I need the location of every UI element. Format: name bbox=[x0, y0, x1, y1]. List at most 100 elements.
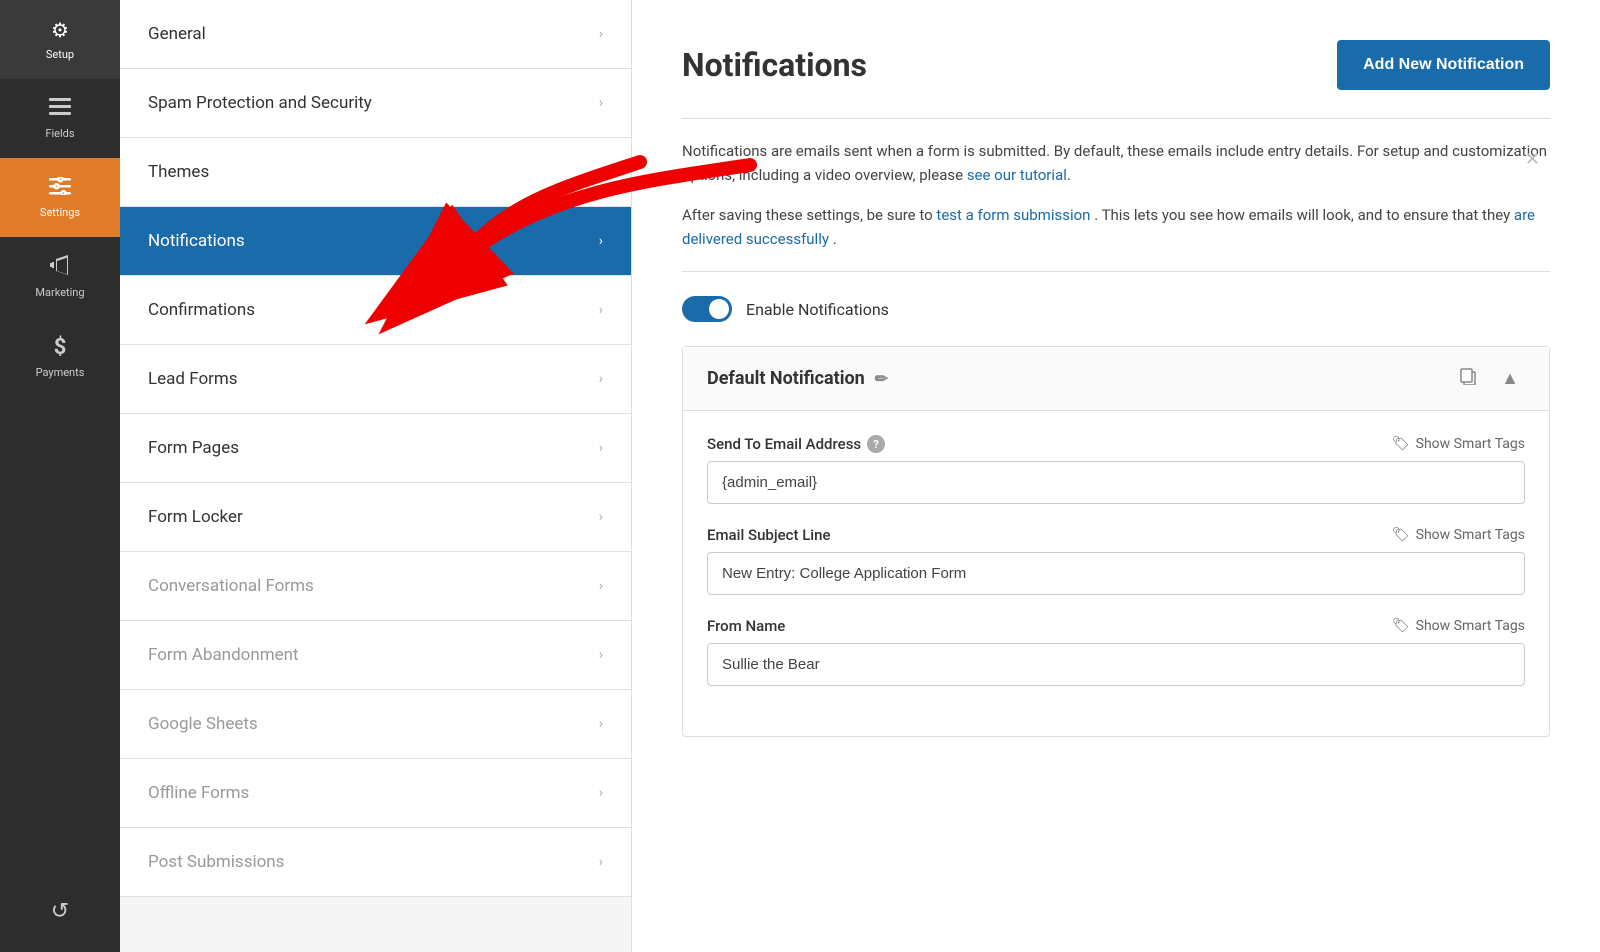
tag-icon-subject: 🏷 bbox=[1392, 527, 1410, 543]
nav-item-payments[interactable]: $ Payments bbox=[0, 317, 120, 397]
show-smart-tags-subject[interactable]: 🏷 Show Smart Tags bbox=[1392, 527, 1525, 543]
info-box: ✕ Notifications are emails sent when a f… bbox=[682, 139, 1550, 251]
email-subject-input[interactable] bbox=[707, 552, 1525, 595]
fields-icon bbox=[49, 97, 71, 121]
add-new-notification-button[interactable]: Add New Notification bbox=[1337, 40, 1550, 90]
chevron-icon-notifications: › bbox=[599, 233, 603, 249]
send-to-email-row: Send To Email Address ? 🏷 Show Smart Tag… bbox=[707, 435, 1525, 504]
copy-notification-button[interactable] bbox=[1453, 365, 1483, 392]
chevron-icon-post-submissions: › bbox=[599, 854, 603, 870]
see-tutorial-link[interactable]: see our tutorial bbox=[967, 166, 1067, 184]
default-notification-card: Default Notification ✏ ▲ Send To Email A… bbox=[682, 346, 1550, 737]
settings-item-form-locker[interactable]: Form Locker › bbox=[120, 483, 631, 552]
chevron-icon-google-sheets: › bbox=[599, 716, 603, 732]
show-smart-tags-email[interactable]: 🏷 Show Smart Tags bbox=[1392, 436, 1525, 452]
notification-card-title: Default Notification ✏ bbox=[707, 368, 888, 389]
chevron-icon-form-pages: › bbox=[599, 440, 603, 456]
expand-notification-button[interactable]: ▲ bbox=[1495, 366, 1525, 391]
info-text-2: After saving these settings, be sure to … bbox=[682, 203, 1550, 251]
settings-item-general[interactable]: General › bbox=[120, 0, 631, 69]
nav-label-marketing: Marketing bbox=[35, 286, 84, 299]
enable-notifications-label: Enable Notifications bbox=[746, 300, 889, 319]
settings-item-label-conv-forms: Conversational Forms bbox=[148, 576, 314, 596]
email-subject-row: Email Subject Line 🏷 Show Smart Tags bbox=[707, 526, 1525, 595]
tag-icon-email: 🏷 bbox=[1392, 436, 1410, 452]
tag-icon-from-name: 🏷 bbox=[1392, 618, 1410, 634]
page-header: Notifications Add New Notification bbox=[682, 40, 1550, 90]
edit-notification-icon[interactable]: ✏ bbox=[875, 369, 888, 388]
chevron-icon-form-locker: › bbox=[599, 509, 603, 525]
notification-card-body: Send To Email Address ? 🏷 Show Smart Tag… bbox=[683, 411, 1549, 736]
settings-item-label-form-abandonment: Form Abandonment bbox=[148, 645, 299, 665]
enable-notifications-toggle[interactable] bbox=[682, 296, 732, 322]
settings-item-google-sheets[interactable]: Google Sheets › bbox=[120, 690, 631, 759]
settings-item-label-confirmations: Confirmations bbox=[148, 300, 255, 320]
settings-icon bbox=[49, 176, 71, 200]
nav-item-setup[interactable]: ⚙ Setup bbox=[0, 0, 120, 79]
enable-notifications-row: Enable Notifications bbox=[682, 296, 1550, 322]
header-divider bbox=[682, 118, 1550, 119]
settings-item-notifications[interactable]: Notifications › bbox=[120, 207, 631, 276]
main-inner: Notifications Add New Notification ✕ Not… bbox=[632, 0, 1600, 952]
nav-label-setup: Setup bbox=[46, 48, 74, 61]
notification-card-header: Default Notification ✏ ▲ bbox=[683, 347, 1549, 411]
settings-item-confirmations[interactable]: Confirmations › bbox=[120, 276, 631, 345]
email-subject-label: Email Subject Line bbox=[707, 526, 831, 544]
setup-icon: ⚙ bbox=[51, 18, 69, 42]
settings-item-form-pages[interactable]: Form Pages › bbox=[120, 414, 631, 483]
main-content: Notifications Add New Notification ✕ Not… bbox=[632, 0, 1600, 952]
settings-item-label-spam: Spam Protection and Security bbox=[148, 93, 372, 113]
chevron-icon-themes: › bbox=[599, 164, 603, 180]
settings-item-form-abandonment[interactable]: Form Abandonment › bbox=[120, 621, 631, 690]
settings-item-label-google-sheets: Google Sheets bbox=[148, 714, 258, 734]
nav-label-settings: Settings bbox=[40, 206, 80, 219]
settings-item-lead-forms[interactable]: Lead Forms › bbox=[120, 345, 631, 414]
settings-item-label-general: General bbox=[148, 24, 206, 44]
settings-item-label-lead-forms: Lead Forms bbox=[148, 369, 238, 389]
send-to-email-help-icon[interactable]: ? bbox=[867, 435, 885, 453]
info-text-1: Notifications are emails sent when a for… bbox=[682, 139, 1550, 187]
page-title: Notifications bbox=[682, 46, 867, 84]
send-to-email-label-row: Send To Email Address ? 🏷 Show Smart Tag… bbox=[707, 435, 1525, 453]
from-name-input[interactable] bbox=[707, 643, 1525, 686]
chevron-icon-spam: › bbox=[599, 95, 603, 111]
email-subject-label-row: Email Subject Line 🏷 Show Smart Tags bbox=[707, 526, 1525, 544]
settings-item-label-form-pages: Form Pages bbox=[148, 438, 239, 458]
send-to-email-input[interactable] bbox=[707, 461, 1525, 504]
settings-item-label-notifications: Notifications bbox=[148, 231, 245, 251]
send-to-email-label: Send To Email Address ? bbox=[707, 435, 885, 453]
settings-item-post-submissions[interactable]: Post Submissions › bbox=[120, 828, 631, 897]
icon-nav: ⚙ Setup Fields Settings Marketing $ Paym… bbox=[0, 0, 120, 952]
settings-item-spam-protection[interactable]: Spam Protection and Security › bbox=[120, 69, 631, 138]
settings-item-label-themes: Themes bbox=[148, 162, 209, 182]
history-icon: ↺ bbox=[51, 899, 69, 924]
from-name-label-row: From Name 🏷 Show Smart Tags bbox=[707, 617, 1525, 635]
show-smart-tags-from-name[interactable]: 🏷 Show Smart Tags bbox=[1392, 618, 1525, 634]
notification-card-actions: ▲ bbox=[1453, 365, 1525, 392]
nav-item-settings[interactable]: Settings bbox=[0, 158, 120, 237]
chevron-icon-confirmations: › bbox=[599, 302, 603, 318]
nav-item-history[interactable]: ↺ bbox=[39, 887, 81, 936]
settings-item-offline-forms[interactable]: Offline Forms › bbox=[120, 759, 631, 828]
payments-icon: $ bbox=[54, 335, 67, 360]
nav-label-payments: Payments bbox=[36, 366, 85, 379]
chevron-icon-form-abandonment: › bbox=[599, 647, 603, 663]
nav-label-fields: Fields bbox=[45, 127, 74, 140]
chevron-icon-lead-forms: › bbox=[599, 371, 603, 387]
chevron-icon-conv-forms: › bbox=[599, 578, 603, 594]
settings-item-themes[interactable]: Themes › bbox=[120, 138, 631, 207]
from-name-label: From Name bbox=[707, 617, 785, 635]
test-form-submission-link[interactable]: test a form submission bbox=[936, 206, 1090, 224]
settings-item-label-post-submissions: Post Submissions bbox=[148, 852, 284, 872]
chevron-icon-general: › bbox=[599, 26, 603, 42]
close-info-icon[interactable]: ✕ bbox=[1525, 149, 1540, 170]
settings-item-label-form-locker: Form Locker bbox=[148, 507, 243, 527]
chevron-icon-offline-forms: › bbox=[599, 785, 603, 801]
nav-item-marketing[interactable]: Marketing bbox=[0, 237, 120, 317]
info-divider bbox=[682, 271, 1550, 272]
settings-list: General › Spam Protection and Security ›… bbox=[120, 0, 632, 952]
settings-item-conversational-forms[interactable]: Conversational Forms › bbox=[120, 552, 631, 621]
settings-item-label-offline-forms: Offline Forms bbox=[148, 783, 249, 803]
from-name-row: From Name 🏷 Show Smart Tags bbox=[707, 617, 1525, 686]
nav-item-fields[interactable]: Fields bbox=[0, 79, 120, 158]
